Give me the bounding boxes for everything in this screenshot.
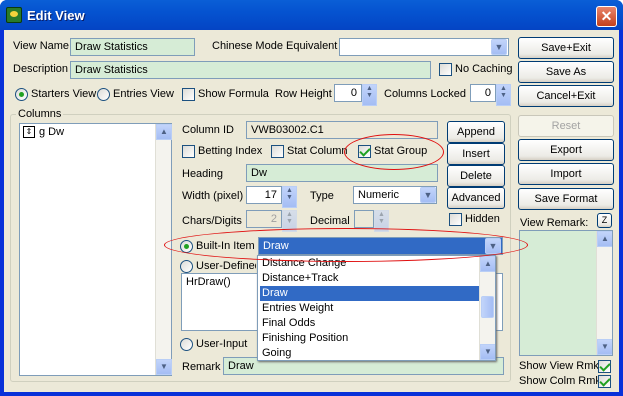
scroll-down-icon[interactable]: ▼ — [480, 344, 495, 360]
heading-label: Heading — [182, 168, 223, 180]
show-colm-rmk-checkbox[interactable] — [598, 375, 611, 388]
view-name-label: View Name — [13, 40, 70, 52]
no-caching-label: No Caching — [455, 63, 513, 75]
hidden-label: Hidden — [465, 213, 500, 225]
delete-button[interactable]: Delete — [447, 165, 505, 187]
user-input-radio[interactable] — [180, 338, 193, 351]
show-colm-rmk-label: Show Colm Rmk — [519, 375, 601, 387]
column-id-label: Column ID — [182, 124, 234, 136]
chinese-mode-select[interactable] — [339, 38, 509, 56]
show-formula-label: Show Formula — [198, 88, 269, 100]
columns-locked-label: Columns Locked — [384, 88, 466, 100]
view-remark-label: View Remark: — [520, 217, 589, 229]
chevron-down-icon[interactable]: ▼ — [420, 187, 436, 203]
view-remark-textarea[interactable]: ▲ ▼ — [519, 230, 613, 356]
betting-index-label: Betting Index — [198, 145, 263, 157]
built-in-item-dropdown[interactable]: Distance Change Distance+Track Draw Entr… — [257, 255, 496, 361]
chars-digits-label: Chars/Digits — [182, 215, 242, 227]
reset-button[interactable]: Reset — [518, 115, 614, 137]
chinese-mode-label: Chinese Mode Equivalent — [212, 40, 338, 52]
row-height-label: Row Height — [275, 88, 332, 100]
starters-view-label: Starters View — [31, 88, 97, 100]
scroll-thumb[interactable] — [481, 296, 494, 318]
z-button[interactable]: Z — [597, 213, 612, 228]
type-label: Type — [310, 190, 334, 202]
import-button[interactable]: Import — [518, 163, 614, 185]
scroll-up-icon[interactable]: ▲ — [156, 124, 172, 140]
user-defined-radio[interactable] — [180, 260, 193, 273]
dropdown-item-selected[interactable]: Draw — [260, 286, 494, 301]
window-title: Edit View — [27, 8, 85, 23]
dropdown-scrollbar[interactable]: ▲ ▼ — [479, 256, 495, 360]
dropdown-item[interactable]: Going — [260, 346, 494, 360]
decimal-field — [354, 210, 374, 228]
dropdown-item[interactable]: Final Odds — [260, 316, 494, 331]
dropdown-item[interactable]: Entries Weight — [260, 301, 494, 316]
append-button[interactable]: Append — [447, 121, 505, 143]
description-field[interactable]: Draw Statistics — [70, 61, 431, 79]
scroll-up-icon[interactable]: ▲ — [597, 231, 612, 247]
list-item[interactable]: g Dw — [39, 126, 64, 138]
columns-group-label: Columns — [16, 108, 64, 120]
cancel-exit-button[interactable]: Cancel+Exit — [518, 85, 614, 107]
chevron-down-icon[interactable]: ▼ — [491, 39, 507, 55]
app-icon — [6, 7, 22, 23]
insert-button[interactable]: Insert — [447, 143, 505, 165]
betting-index-checkbox[interactable] — [182, 145, 195, 158]
export-button[interactable]: Export — [518, 139, 614, 161]
title-bar[interactable]: Edit View ✕ — [0, 0, 623, 30]
remark-label: Remark — [182, 361, 221, 373]
columns-locked-spinner[interactable]: ▲ ▼ — [496, 84, 511, 106]
user-input-label: User-Input — [196, 338, 248, 350]
stat-column-checkbox[interactable] — [271, 145, 284, 158]
stat-column-label: Stat Column — [287, 145, 348, 157]
show-view-rmk-checkbox[interactable] — [598, 360, 611, 373]
chars-digits-field: 2 — [246, 210, 282, 228]
width-label: Width (pixel) — [182, 190, 244, 202]
width-spinner[interactable]: ▲ ▼ — [282, 186, 297, 208]
scroll-up-icon[interactable]: ▲ — [480, 256, 495, 272]
width-field[interactable]: 17 — [246, 186, 282, 204]
columns-list-scrollbar[interactable]: ▲ ▼ — [155, 124, 172, 375]
show-view-rmk-label: Show View Rmk — [519, 360, 599, 372]
view-remark-scrollbar[interactable]: ▲ ▼ — [596, 231, 612, 355]
row-height-field[interactable]: 0 — [334, 84, 362, 102]
built-in-item-highlight-oval — [164, 228, 528, 262]
user-defined-label: User-Defined — [196, 260, 256, 272]
save-as-button[interactable]: Save As — [518, 61, 614, 83]
decimal-label: Decimal — [310, 215, 350, 227]
starters-view-radio[interactable] — [15, 88, 28, 101]
hidden-checkbox[interactable] — [449, 213, 462, 226]
scroll-down-icon[interactable]: ▼ — [597, 339, 612, 355]
sort-icon: ⇕ — [23, 126, 35, 138]
save-exit-button[interactable]: Save+Exit — [518, 37, 614, 59]
description-label: Description — [13, 63, 69, 75]
columns-list[interactable]: ⇕ g Dw ▲ ▼ — [19, 123, 172, 376]
scroll-down-icon[interactable]: ▼ — [156, 359, 172, 375]
entries-view-label: Entries View — [113, 88, 174, 100]
view-name-field[interactable]: Draw Statistics — [70, 38, 195, 56]
columns-locked-field[interactable]: 0 — [470, 84, 496, 102]
entries-view-radio[interactable] — [97, 88, 110, 101]
no-caching-checkbox[interactable] — [439, 63, 452, 76]
advanced-button[interactable]: Advanced — [447, 187, 505, 209]
stat-group-highlight-oval — [344, 134, 444, 170]
show-formula-checkbox[interactable] — [182, 88, 195, 101]
save-format-button[interactable]: Save Format — [518, 188, 614, 210]
dropdown-item[interactable]: Finishing Position — [260, 331, 494, 346]
dropdown-item[interactable]: Distance+Track — [260, 271, 494, 286]
row-height-spinner[interactable]: ▲ ▼ — [362, 84, 377, 106]
close-button[interactable]: ✕ — [596, 6, 617, 27]
